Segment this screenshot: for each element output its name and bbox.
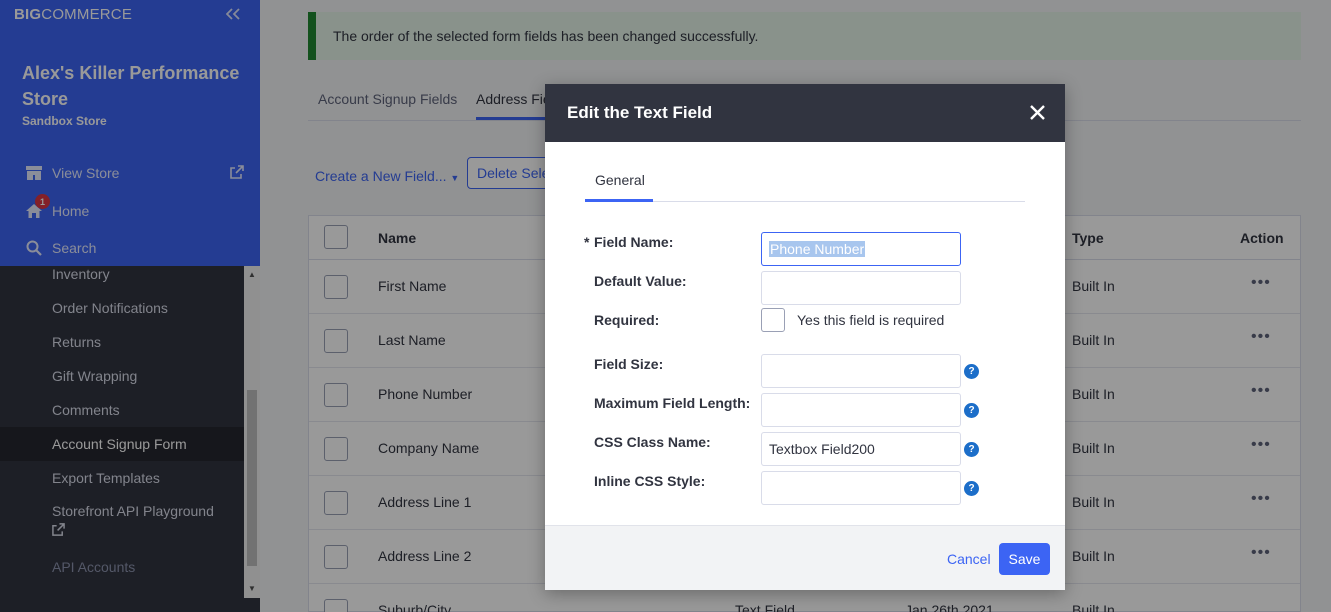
field-size-input[interactable] [761, 354, 961, 388]
required-checkbox[interactable] [761, 308, 785, 332]
inline-css-label: Inline CSS Style: [594, 473, 706, 489]
field-name-input[interactable]: Phone Number [761, 232, 961, 266]
help-icon[interactable]: ? [964, 364, 979, 379]
max-length-input[interactable] [761, 393, 961, 427]
save-button[interactable]: Save [999, 543, 1050, 575]
default-value-input[interactable] [761, 271, 961, 305]
required-marker: * [584, 234, 590, 250]
help-icon[interactable]: ? [964, 403, 979, 418]
modal-title: Edit the Text Field [567, 103, 713, 122]
default-value-label: Default Value: [594, 273, 687, 289]
modal-header: Edit the Text Field [545, 84, 1065, 142]
max-length-label: Maximum Field Length: [594, 395, 751, 411]
help-icon[interactable]: ? [964, 481, 979, 496]
cancel-button[interactable]: Cancel [947, 551, 991, 567]
edit-text-field-modal: Edit the Text Field General * Field Name… [545, 84, 1065, 590]
close-icon[interactable] [1029, 104, 1046, 124]
tab-general[interactable]: General [585, 166, 653, 202]
modal-footer: Cancel Save [545, 525, 1065, 590]
modal-tabs: General [585, 166, 1025, 202]
field-size-label: Field Size: [594, 356, 664, 372]
help-icon[interactable]: ? [964, 442, 979, 457]
required-label: Required: [594, 312, 660, 328]
css-class-label: CSS Class Name: [594, 434, 711, 450]
css-class-input[interactable]: Textbox Field200 [761, 432, 961, 466]
field-name-label: * Field Name: [584, 234, 674, 250]
inline-css-input[interactable] [761, 471, 961, 505]
required-checkbox-label[interactable]: Yes this field is required [797, 312, 944, 328]
